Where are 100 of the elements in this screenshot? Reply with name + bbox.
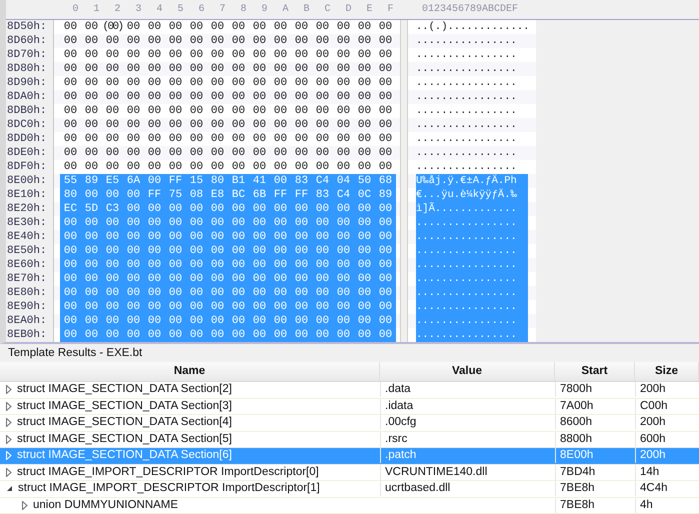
hex-byte[interactable]: 00 [375,202,396,216]
hex-byte[interactable]: 00 [333,76,354,90]
hex-byte[interactable]: 00 [312,160,333,174]
hex-byte[interactable]: 00 [186,62,207,76]
hex-byte[interactable]: 00 [312,20,333,34]
hex-byte[interactable]: 00 [228,300,249,314]
hex-byte[interactable]: 00 [249,314,270,328]
hex-byte[interactable]: 00 [144,48,165,62]
hex-byte[interactable]: 00 [186,314,207,328]
ascii-text[interactable]: ................ [416,272,528,286]
hex-byte[interactable]: 00 [375,286,396,300]
hex-byte[interactable]: (00) [102,20,123,34]
ascii-text[interactable]: ................ [416,48,528,62]
ascii-text[interactable]: ................ [416,62,528,76]
hex-byte[interactable]: 00 [270,90,291,104]
hex-byte[interactable]: 00 [81,188,102,202]
hex-byte[interactable]: 00 [249,62,270,76]
hex-byte[interactable]: 00 [60,314,81,328]
column-header[interactable]: Size [635,362,699,381]
hex-byte[interactable]: 00 [60,62,81,76]
hex-byte[interactable]: 00 [144,244,165,258]
hex-byte[interactable]: 00 [270,118,291,132]
hex-byte[interactable]: 00 [102,146,123,160]
hex-byte[interactable]: 00 [249,90,270,104]
hex-byte[interactable]: 00 [123,76,144,90]
hex-byte[interactable]: 00 [228,146,249,160]
hex-byte[interactable]: 00 [81,90,102,104]
hex-byte[interactable]: 00 [270,300,291,314]
hex-byte[interactable]: FF [291,188,312,202]
ascii-text[interactable]: ................ [416,300,528,314]
hex-byte[interactable]: 00 [270,314,291,328]
hex-byte[interactable]: 41 [249,174,270,188]
hex-byte[interactable]: 00 [60,118,81,132]
hex-byte[interactable]: 00 [207,104,228,118]
hex-byte[interactable]: 00 [165,272,186,286]
hex-byte[interactable]: 00 [81,20,102,34]
hex-byte[interactable]: 00 [333,314,354,328]
hex-byte[interactable]: 00 [81,244,102,258]
hex-byte[interactable]: 00 [270,160,291,174]
hex-byte[interactable]: 00 [312,34,333,48]
result-row[interactable]: union DUMMYUNIONNAME 7BE8h 4h [0,498,699,514]
hex-byte[interactable]: 00 [60,48,81,62]
hex-byte[interactable]: 00 [291,286,312,300]
hex-byte[interactable]: 00 [270,132,291,146]
ascii-text[interactable]: ................ [416,328,528,342]
hex-byte[interactable]: 89 [375,188,396,202]
hex-byte[interactable]: 00 [123,202,144,216]
hex-byte[interactable]: 00 [123,258,144,272]
hex-byte[interactable]: 00 [228,230,249,244]
hex-byte[interactable]: 00 [144,174,165,188]
ascii-text[interactable]: ................ [416,216,528,230]
hex-byte[interactable]: 00 [291,90,312,104]
hex-byte[interactable]: 00 [207,76,228,90]
hex-byte[interactable]: 00 [144,258,165,272]
hex-byte[interactable]: 00 [60,300,81,314]
hex-byte[interactable]: EC [60,202,81,216]
hex-byte[interactable]: 00 [165,244,186,258]
hex-byte[interactable]: 00 [270,230,291,244]
hex-byte[interactable]: 00 [123,90,144,104]
hex-byte[interactable]: 00 [81,314,102,328]
hex-byte[interactable]: 00 [102,34,123,48]
hex-byte[interactable]: 00 [228,76,249,90]
hex-byte[interactable]: 00 [354,104,375,118]
hex-byte[interactable]: 00 [81,160,102,174]
hex-byte[interactable]: 00 [249,104,270,118]
hex-byte[interactable]: 00 [186,34,207,48]
hex-byte[interactable]: 00 [249,48,270,62]
hex-byte[interactable]: 00 [207,300,228,314]
hex-byte[interactable]: 80 [207,174,228,188]
hex-byte[interactable]: 00 [102,48,123,62]
hex-byte[interactable]: 00 [375,258,396,272]
hex-byte[interactable]: 00 [333,230,354,244]
hex-byte[interactable]: 00 [354,90,375,104]
hex-byte[interactable]: 00 [60,328,81,342]
hex-byte[interactable]: 00 [354,272,375,286]
hex-byte[interactable]: 00 [291,62,312,76]
hex-byte[interactable]: C4 [333,188,354,202]
ascii-text[interactable]: ................ [416,244,528,258]
hex-byte[interactable]: 00 [375,118,396,132]
hex-byte[interactable]: 00 [312,328,333,342]
hex-byte[interactable]: 00 [186,132,207,146]
hex-byte[interactable]: 00 [354,48,375,62]
hex-byte[interactable]: 00 [333,300,354,314]
hex-byte[interactable]: 00 [228,20,249,34]
hex-byte[interactable]: 00 [291,160,312,174]
hex-byte[interactable]: 00 [333,160,354,174]
hex-byte[interactable]: 00 [249,118,270,132]
hex-byte[interactable]: 00 [291,34,312,48]
hex-byte[interactable]: 55 [60,174,81,188]
hex-byte[interactable]: 00 [228,202,249,216]
hex-byte[interactable]: 00 [102,300,123,314]
hex-byte[interactable]: 00 [249,160,270,174]
ascii-text[interactable]: ................ [416,314,528,328]
hex-byte[interactable]: 00 [354,216,375,230]
hex-byte[interactable]: 00 [249,202,270,216]
hex-byte[interactable]: 0C [354,188,375,202]
hex-byte[interactable]: 00 [333,90,354,104]
hex-byte[interactable]: 00 [102,258,123,272]
result-row[interactable]: struct IMAGE_SECTION_DATA Section[6] .patch 8E00h 200h [0,448,699,464]
hex-byte[interactable]: 00 [165,202,186,216]
